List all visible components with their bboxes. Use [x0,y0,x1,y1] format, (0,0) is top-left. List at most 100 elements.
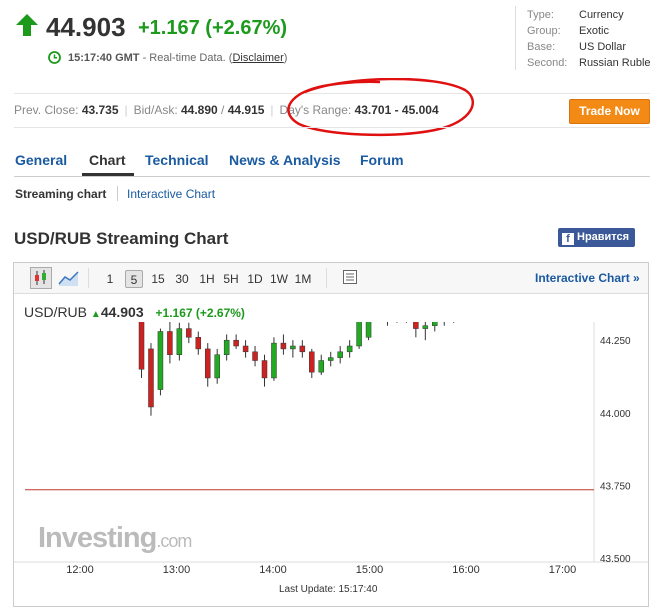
candle-down [413,322,419,329]
info-label-type: Type: [527,9,554,21]
x-tick-label: 12:00 [66,564,94,576]
x-tick-label: 17:00 [549,564,577,576]
tab-general[interactable]: General [15,152,67,168]
candle-down [204,348,211,379]
facebook-like-button[interactable]: f Нравится [558,228,635,247]
interval-15[interactable]: 15 [148,270,168,288]
interval-5h[interactable]: 5H [221,270,241,288]
stats-bottom-divider [14,127,650,128]
candle-down [167,331,173,355]
candle-up [365,322,372,338]
last-price: 44.903 [46,12,126,42]
candle-down [280,342,287,350]
facebook-icon: f [562,233,574,245]
candle-down [138,322,145,370]
interval-30[interactable]: 30 [172,270,192,288]
legend-price: 44.903 [100,304,144,320]
change-value: +1.167 [138,17,200,39]
candle-up [327,357,334,361]
candle-up [290,345,296,350]
x-axis: 12:00 13:00 14:00 15:00 16:00 17:00 [66,564,576,576]
prev-close-value: 43.735 [81,103,119,117]
table-view-icon[interactable] [342,269,358,285]
trade-now-button[interactable]: Trade Now [569,99,650,124]
candle-up [356,322,362,347]
y-tick-label: 44.250 [600,336,631,347]
interval-1[interactable]: 1 [101,270,119,288]
candle-down [148,348,154,408]
interval-1m[interactable]: 1M [292,270,314,288]
interval-1w[interactable]: 1W [268,270,290,288]
candle-up [337,351,343,358]
candle-up [157,331,164,390]
toolbar-separator [88,268,89,288]
subtab-streaming-chart[interactable]: Streaming chart [15,187,106,201]
info-value-second: Russian Ruble [579,57,651,69]
tab-chart[interactable]: Chart [89,152,126,168]
chart-title: USD/RUB Streaming Chart [14,229,229,248]
candle-down [242,345,249,353]
legend-symbol: USD/RUB [24,304,88,320]
interactive-chart-link[interactable]: Interactive Chart » [535,271,640,285]
info-label-group: Group: [527,25,561,37]
tab-news-analysis[interactable]: News & Analysis [229,152,341,168]
subtab-separator [117,186,118,201]
up-arrow-icon [16,14,38,36]
candle-up [214,354,220,379]
legend-up-arrow-icon: ▲ [90,309,101,320]
candle-down [299,345,306,353]
prev-close-label: Prev. Close: [14,103,79,117]
info-label-second: Second: [527,57,568,69]
candle-up [176,328,183,355]
ask-value: 44.915 [227,103,265,117]
info-divider [515,6,516,70]
interval-5[interactable]: 5 [125,270,143,288]
candle-down [261,360,268,379]
clock-icon [48,51,61,64]
candles-group [138,322,455,416]
disclaimer-link[interactable]: Disclaimer [232,52,283,64]
subtab-interactive-chart[interactable]: Interactive Chart [127,187,215,201]
tab-forum[interactable]: Forum [360,152,404,168]
candlestick-icon[interactable] [30,267,52,289]
facebook-like-label: Нравится [577,231,630,243]
last-update: Last Update: 15:17:40 [279,584,378,595]
candle-up [346,345,353,353]
timestamp-line: 15:17:40 GMT - Real-time Data. (Disclaim… [68,52,287,64]
x-tick-label: 13:00 [163,564,191,576]
candlestick-chart: 44.75044.50044.25044.00043.75043.50044.9… [14,322,648,576]
info-value-type: Currency [579,9,624,21]
interval-1d[interactable]: 1D [245,270,265,288]
x-tick-label: 16:00 [452,564,480,576]
x-tick-label: 14:00 [259,564,287,576]
candle-up [422,325,429,329]
area-chart-icon[interactable] [58,268,80,288]
red-circle-annotation [287,78,475,137]
bid-ask-label: Bid/Ask: [133,103,178,117]
quote-time: 15:17:40 GMT [68,52,140,64]
tab-technical[interactable]: Technical [145,152,209,168]
stats-separator: | [124,103,128,117]
candle-down [195,337,202,350]
info-value-group: Exotic [579,25,609,37]
candle-down [252,351,258,361]
x-tick-label: 15:00 [356,564,384,576]
active-tab-indicator [82,173,134,176]
y-axis: 44.75044.50044.25044.00043.75043.50044.9… [600,336,631,565]
tab-divider [14,176,650,177]
candle-down [233,339,239,347]
candle-up [223,339,230,355]
bid-value: 44.890 [181,103,218,117]
toolbar-separator [326,268,327,288]
realtime-text: - Real-time Data. ( [139,52,233,64]
chart-legend: USD/RUB ▲44.903 +1.167 (+2.67%) [24,304,245,320]
interval-1h[interactable]: 1H [197,270,217,288]
stats-separator: | [270,103,274,117]
disclaimer-close: ) [283,52,288,64]
candle-up [432,322,438,326]
candle-up [318,360,325,373]
info-value-base: US Dollar [579,41,627,53]
candle-down [186,328,192,338]
legend-change: +1.167 (+2.67%) [155,306,245,320]
price-change: +1.167 (+2.67%) [138,17,287,40]
